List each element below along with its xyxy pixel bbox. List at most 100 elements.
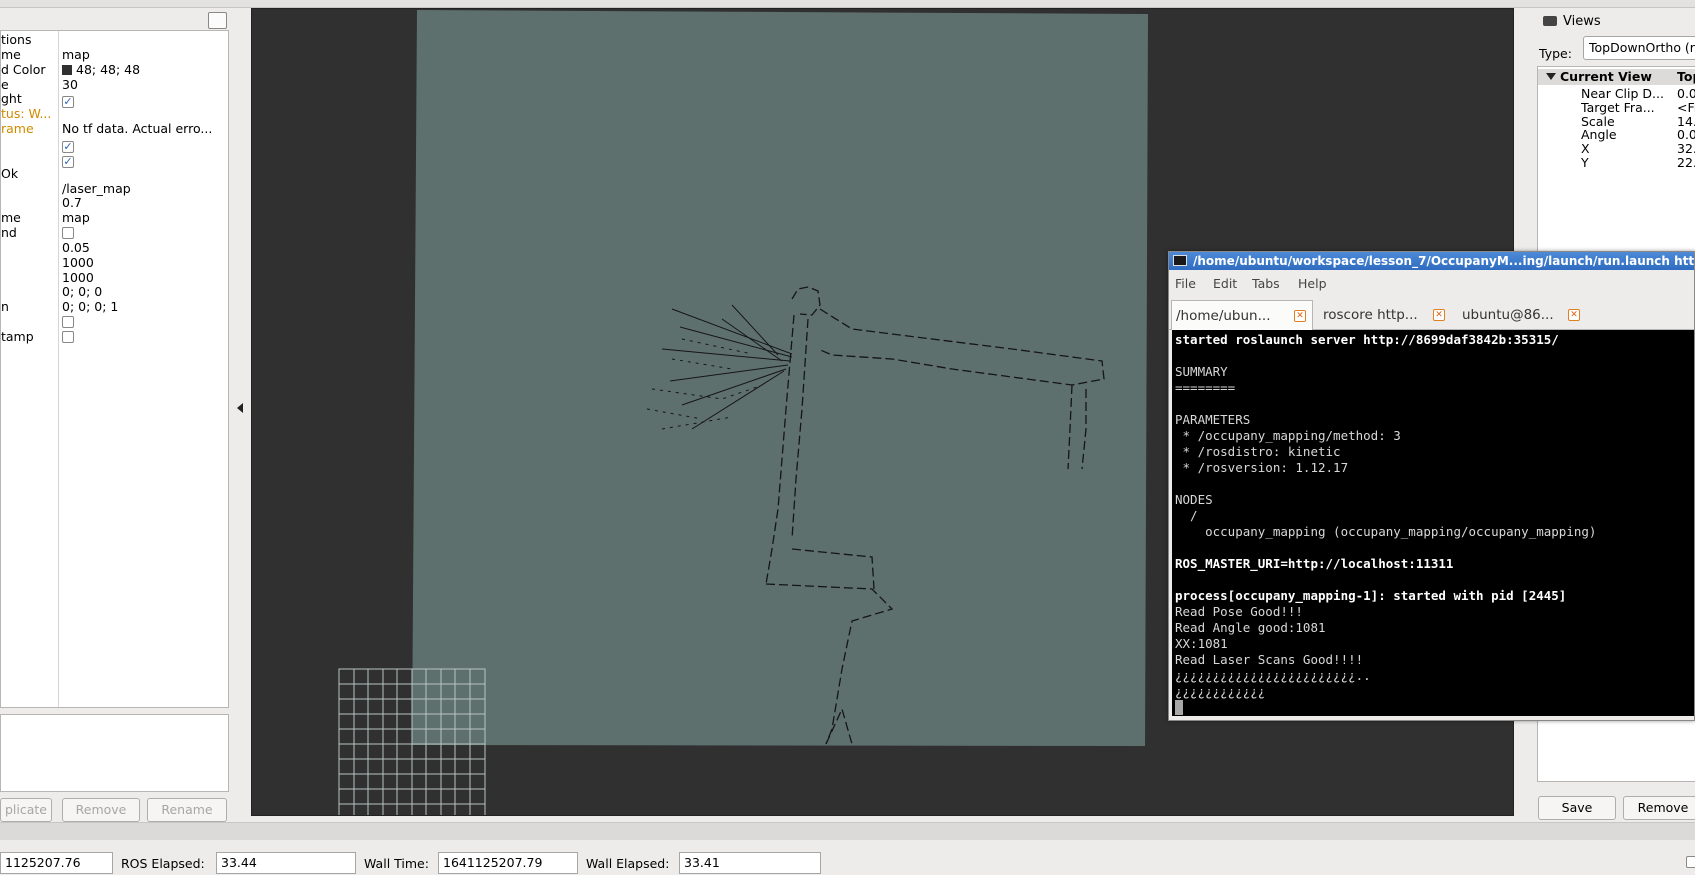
property-value[interactable]: /laser_map <box>62 181 228 197</box>
terminal-line: process[occupany_mapping-1]: started wit… <box>1175 588 1567 603</box>
close-tab-icon[interactable]: ✕ <box>1433 309 1445 321</box>
terminal-line: ======== <box>1175 380 1236 395</box>
display-property-row[interactable]: ✓ <box>1 151 228 168</box>
display-property-row[interactable]: 0.05 <box>1 240 228 256</box>
view-property-value[interactable]: 22. <box>1677 155 1695 170</box>
current-view-value: Top <box>1677 69 1695 84</box>
property-value[interactable]: 1000 <box>62 255 228 271</box>
display-property-row[interactable]: tions <box>1 32 228 48</box>
view-property-row[interactable]: X 32. <box>1538 141 1695 156</box>
terminal-output[interactable]: started roslaunch server http://8699daf3… <box>1172 330 1694 716</box>
display-property-row[interactable] <box>1 314 228 330</box>
terminal-line: started roslaunch server http://8699daf3… <box>1175 332 1559 347</box>
property-value[interactable] <box>62 225 228 241</box>
menu-edit[interactable]: Edit <box>1213 272 1237 296</box>
display-property-row[interactable]: tus: W... <box>1 106 228 122</box>
collapse-left-arrow-icon[interactable] <box>237 403 243 413</box>
color-value: 48; 48; 48 <box>76 61 141 77</box>
property-value[interactable]: 48; 48; 48 <box>62 62 228 78</box>
property-value[interactable]: 30 <box>62 77 228 93</box>
view-property-row[interactable]: Scale 14. <box>1538 114 1695 129</box>
property-value[interactable]: 0.05 <box>62 240 228 256</box>
display-property-row[interactable]: me map <box>1 210 228 226</box>
display-property-row[interactable]: nd <box>1 225 228 241</box>
display-property-row[interactable]: tamp <box>1 329 228 345</box>
view-property-name: X <box>1581 141 1590 157</box>
terminal-tab-3[interactable]: ubuntu@86... ✕ <box>1458 300 1590 330</box>
terminal-line: occupany_mapping (occupany_mapping/occup… <box>1175 524 1597 539</box>
experimental-checkbox[interactable] <box>1686 856 1695 868</box>
displays-panel: tions me map d Color 48; 48; 48 e 30 ght ✓ tus: W… <box>0 8 230 823</box>
terminal-title-bar[interactable]: /home/ubuntu/workspace/lesson_7/Occupany… <box>1169 252 1694 270</box>
view-property-row[interactable]: Near Clip D... 0.0 <box>1538 86 1695 101</box>
remove-view-button[interactable]: Remove <box>1623 796 1695 820</box>
tab-label: ubuntu@86... <box>1462 307 1554 323</box>
current-view-label: Current View <box>1560 69 1652 84</box>
property-checkbox[interactable] <box>62 316 74 329</box>
rename-button[interactable]: Rename <box>147 798 227 822</box>
terminal-line: PARAMETERS <box>1175 412 1251 427</box>
display-property-row[interactable]: rame No tf data. Actual erro... <box>1 121 228 137</box>
property-name: me <box>1 46 21 62</box>
property-checkbox[interactable] <box>62 331 74 343</box>
property-value[interactable] <box>62 314 228 330</box>
display-property-row[interactable]: ght ✓ <box>1 91 228 109</box>
view-property-row[interactable]: Target Fra... <Fi <box>1538 100 1695 115</box>
save-view-button[interactable]: Save <box>1538 796 1616 820</box>
display-property-row[interactable]: Ok <box>1 166 228 182</box>
terminal-line: NODES <box>1175 492 1213 507</box>
view-property-row[interactable]: Angle 0.0 <box>1538 127 1695 142</box>
terminal-tab-2[interactable]: roscore http... ✕ <box>1319 300 1451 330</box>
remove-display-button[interactable]: Remove <box>62 798 140 822</box>
property-name: tions <box>1 32 32 47</box>
occupancy-map-plane <box>412 10 1148 746</box>
current-view-header[interactable]: Current View Top <box>1538 69 1695 85</box>
display-property-row[interactable]: 1000 <box>1 255 228 271</box>
display-property-row[interactable]: n 0; 0; 0; 1 <box>1 299 228 315</box>
ros-elapsed-field: 33.44 <box>216 852 356 874</box>
view-property-value[interactable]: 14. <box>1677 114 1695 129</box>
property-value[interactable]: 0; 0; 0 <box>62 284 228 300</box>
property-value[interactable]: 0.7 <box>62 195 228 211</box>
property-value[interactable]: map <box>62 47 228 63</box>
display-property-row[interactable]: d Color 48; 48; 48 <box>1 62 228 78</box>
close-tab-icon[interactable]: ✕ <box>1294 310 1306 322</box>
view-property-name: Scale <box>1581 113 1615 129</box>
display-property-row[interactable]: 0.7 <box>1 195 228 211</box>
view-type-select[interactable]: TopDownOrtho (r <box>1583 36 1695 60</box>
display-property-row[interactable]: /laser_map <box>1 181 228 197</box>
display-property-row[interactable]: me map <box>1 47 228 63</box>
terminal-window[interactable]: /home/ubuntu/workspace/lesson_7/Occupany… <box>1168 251 1695 721</box>
property-checkbox[interactable] <box>62 227 74 240</box>
tab-label: roscore http... <box>1323 307 1418 323</box>
view-property-value[interactable]: 0.0 <box>1677 127 1695 142</box>
display-property-row[interactable]: e 30 <box>1 77 228 93</box>
status-separator <box>0 822 1695 840</box>
terminal-tab-1[interactable]: /home/ubun... ✕ <box>1171 300 1313 330</box>
property-value[interactable]: 1000 <box>62 270 228 286</box>
menu-file[interactable]: File <box>1175 272 1196 296</box>
panel-float-button[interactable] <box>208 12 227 29</box>
expand-arrow-icon[interactable] <box>1546 73 1556 80</box>
views-title-text: Views <box>1563 14 1601 29</box>
menu-help[interactable]: Help <box>1298 272 1327 296</box>
menu-tabs[interactable]: Tabs <box>1252 272 1280 296</box>
view-property-value[interactable]: 0.0 <box>1677 86 1695 101</box>
display-property-row[interactable]: ✓ <box>1 136 228 153</box>
displays-tree[interactable]: tions me map d Color 48; 48; 48 e 30 ght ✓ tus: W… <box>0 30 229 708</box>
duplicate-button[interactable]: plicate <box>0 798 52 822</box>
property-value[interactable]: map <box>62 210 228 226</box>
view-property-value[interactable]: 32. <box>1677 141 1695 156</box>
view-property-value[interactable]: <Fi <box>1677 100 1695 115</box>
display-property-row[interactable]: 0; 0; 0 <box>1 284 228 300</box>
close-tab-icon[interactable]: ✕ <box>1568 309 1580 321</box>
wall-elapsed-label: Wall Elapsed: <box>586 856 670 871</box>
property-value[interactable] <box>62 329 228 345</box>
property-value[interactable]: 0; 0; 0; 1 <box>62 299 228 315</box>
view-property-row[interactable]: Y 22. <box>1538 155 1695 170</box>
property-value[interactable]: No tf data. Actual erro... <box>62 121 228 137</box>
display-property-row[interactable]: 1000 <box>1 270 228 286</box>
